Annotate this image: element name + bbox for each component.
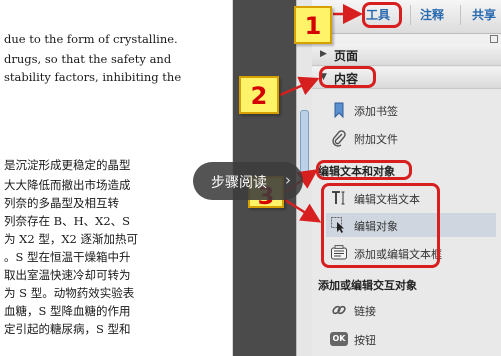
highlight-ring-edit-items [321,183,440,268]
doc-line: 血糖，S 型降血糖的作用 [4,304,131,318]
doc-line: 列奈的多晶型及相互转 [4,196,119,210]
step-reading-label: 步骤阅读 [211,175,267,191]
doc-line: drugs, so that the safety and [4,52,172,66]
bookmark-icon [334,102,344,119]
link-icon [332,305,346,315]
doc-line: 定引起的糖尿病，S 型和 [4,322,131,336]
tab-share[interactable]: 共享 [472,6,496,23]
doc-line: due to the form of crystalline. [4,32,178,46]
section-pages-label: 页面 [334,49,359,63]
attach-file-item[interactable]: 附加文件 [326,126,496,150]
button-item[interactable]: OK 按钮 [326,327,496,351]
panel-subbar [312,34,501,44]
doc-line: 为 S 型。动物药效实验表 [4,286,135,300]
doc-line: stability factors, inhibiting the [4,70,182,84]
attach-file-label: 附加文件 [354,133,398,146]
doc-line: 取出室温快速冷却可转为 [4,268,131,282]
tab-divider [460,5,461,25]
button-label: 按钮 [354,334,376,347]
chevron-right-icon: › [285,171,291,189]
collapse-icon[interactable] [490,35,498,43]
doc-line: 。S 型在恒温干燥箱中升 [4,250,131,264]
paperclip-icon [332,130,346,147]
interactive-objects-heading: 添加或编辑交互对象 [318,279,417,292]
expand-arrow-icon: ▶ [320,49,327,59]
panel-tab-bar: 工具 注释 共享 [312,0,501,34]
tab-comment[interactable]: 注释 [420,6,444,23]
doc-line: 为 X2 型，X2 逐渐加热可 [4,232,138,246]
link-item[interactable]: 链接 [326,298,496,322]
add-bookmark-item[interactable]: 添加书签 [326,98,496,122]
highlight-ring-content [319,66,376,88]
add-bookmark-label: 添加书签 [354,105,398,118]
link-label: 链接 [354,305,376,318]
scrollbar-thumb[interactable] [300,110,309,180]
tab-divider [410,5,411,25]
section-pages[interactable]: ▶ 页面 [312,44,501,66]
doc-line: 列奈存在 B、H、X2、S [4,214,131,228]
step-badge-1: 1 [294,6,332,44]
doc-line: 大大降低而撤出市场造成 [4,178,131,192]
step-badge-2: 2 [239,76,279,114]
highlight-ring-tools-tab [362,2,402,28]
highlight-ring-edit-heading [316,160,412,180]
doc-line: 是沉淀形成更稳定的晶型 [4,158,131,172]
step-reading-button[interactable]: 步骤阅读 › [193,162,303,200]
ok-button-icon: OK [330,332,348,346]
